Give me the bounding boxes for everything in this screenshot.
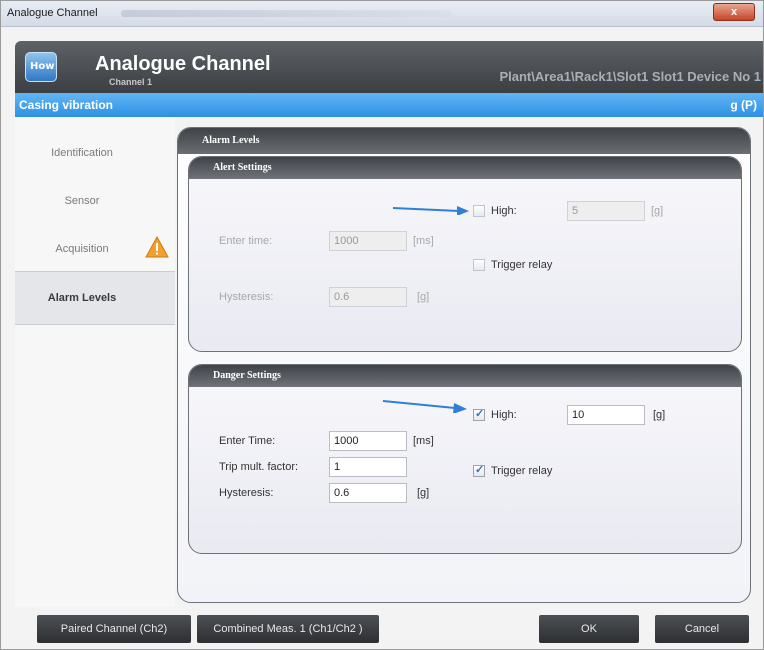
alert-hysteresis-field[interactable]: 0.6 (329, 287, 407, 307)
danger-hysteresis-label: Hysteresis: (219, 487, 274, 499)
alert-high-checkbox[interactable] (473, 205, 485, 217)
app-logo-icon: How (25, 52, 57, 82)
danger-settings-group: Danger Settings High: 10 [g] Enter Time:… (188, 364, 742, 554)
warning-triangle-icon (145, 236, 169, 258)
danger-trip-factor-field[interactable]: 1 (329, 457, 407, 477)
alert-trigger-relay-label: Trigger relay (491, 259, 553, 271)
danger-enter-time-unit: [ms] (413, 435, 434, 447)
ok-button[interactable]: OK (539, 615, 639, 643)
alert-hysteresis-unit: [g] (417, 291, 430, 303)
measurement-name: Casing vibration (19, 98, 114, 112)
danger-high-field[interactable]: 10 (567, 405, 645, 425)
alert-enter-time-field[interactable]: 1000 (329, 231, 407, 251)
sidebar: Identification Sensor Acquisition Alarm … (15, 117, 175, 607)
sidebar-item-label: Alarm Levels (47, 292, 117, 304)
alarm-levels-panel: Alarm Levels Alert Settings High: 5 [g] … (177, 127, 751, 603)
alert-high-unit: [g] (651, 205, 664, 217)
arrow-right-icon (393, 206, 469, 215)
danger-trip-factor-label: Trip mult. factor: (219, 461, 299, 473)
alert-settings-title: Alert Settings (213, 162, 272, 173)
measurement-unit: g (P) (730, 98, 757, 112)
dialog-title: Analogue Channel (95, 53, 271, 75)
alert-trigger-relay-checkbox[interactable] (473, 259, 485, 271)
title-bar[interactable]: Analogue Channel x (1, 1, 763, 27)
sidebar-item-label: Sensor (64, 195, 100, 207)
sidebar-item-identification[interactable]: Identification (15, 127, 175, 181)
alert-high-field[interactable]: 5 (567, 201, 645, 221)
measurement-strip: Casing vibration g (P) (15, 93, 763, 117)
danger-trigger-relay-checkbox[interactable] (473, 463, 485, 477)
panel-header: Alarm Levels (178, 128, 750, 154)
danger-high-checkbox[interactable] (473, 407, 485, 421)
danger-hysteresis-unit: [g] (417, 487, 430, 499)
blurred-title-text (121, 10, 451, 17)
danger-settings-title: Danger Settings (213, 370, 281, 381)
sidebar-item-sensor[interactable]: Sensor (15, 175, 175, 229)
logo-text: How (30, 61, 55, 72)
sidebar-item-label: Acquisition (55, 243, 109, 255)
danger-enter-time-field[interactable]: 1000 (329, 431, 407, 451)
sidebar-item-acquisition[interactable]: Acquisition (15, 223, 175, 277)
alert-hysteresis-label: Hysteresis: (219, 291, 274, 303)
danger-trigger-relay-label: Trigger relay (491, 465, 553, 477)
alert-high-label: High: (491, 205, 517, 217)
danger-hysteresis-field[interactable]: 0.6 (329, 483, 407, 503)
channel-subtitle: Channel 1 (109, 77, 153, 87)
alert-enter-time-unit: [ms] (413, 235, 434, 247)
cancel-button[interactable]: Cancel (655, 615, 749, 643)
close-button[interactable]: x (713, 3, 755, 21)
sidebar-item-alarm-levels[interactable]: Alarm Levels (15, 271, 175, 325)
window-title: Analogue Channel (7, 7, 98, 19)
alert-settings-header: Alert Settings (189, 157, 741, 179)
sidebar-item-label: Identification (51, 147, 113, 159)
danger-settings-header: Danger Settings (189, 365, 741, 387)
alert-settings-group: Alert Settings High: 5 [g] Enter time: 1… (188, 156, 742, 352)
paired-channel-button[interactable]: Paired Channel (Ch2) (37, 615, 191, 643)
danger-high-label: High: (491, 409, 517, 421)
arrow-right-icon (383, 400, 467, 413)
combined-meas-button[interactable]: Combined Meas. 1 (Ch1/Ch2 ) (197, 615, 379, 643)
analogue-channel-window: Analogue Channel x How Analogue Channel … (0, 0, 764, 650)
danger-high-unit: [g] (653, 409, 666, 421)
device-path: Plant\Area1\Rack1\Slot1 Slot1 Device No … (499, 69, 761, 84)
dialog-header: How Analogue Channel Channel 1 Plant\Are… (15, 41, 763, 93)
panel-title: Alarm Levels (202, 135, 260, 146)
alert-enter-time-label: Enter time: (219, 235, 273, 247)
danger-enter-time-label: Enter Time: (219, 435, 276, 447)
